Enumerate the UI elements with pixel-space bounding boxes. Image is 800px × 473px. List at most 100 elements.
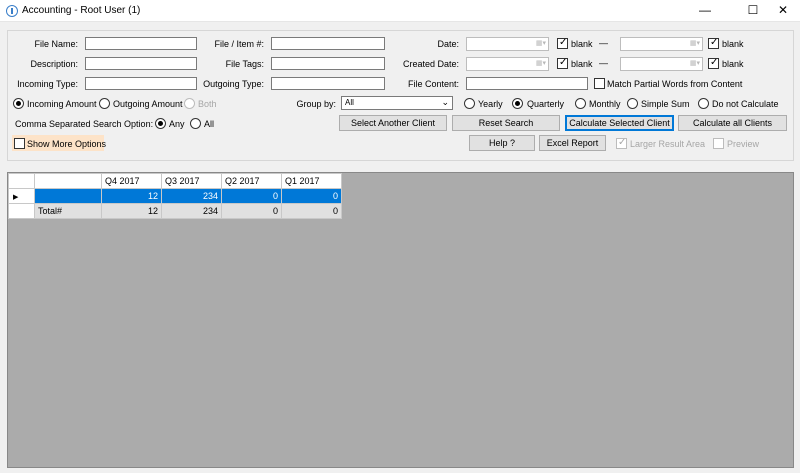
date-to-blank-checkbox[interactable] [708,37,719,49]
calendar-dropdown-icon: ▦▾ [535,60,546,67]
grid-cell[interactable]: 0 [221,188,282,204]
window-title: Accounting - Root User (1) [22,5,141,16]
yearly-radio[interactable] [464,98,475,109]
file-tags-label: File Tags: [225,59,264,69]
date-from-blank-checkbox[interactable] [557,37,568,49]
created-from-blank-label: blank [571,59,593,69]
grid-corner-cell [8,173,35,189]
created-date-to-picker[interactable]: ▦▾ [620,57,703,71]
created-date-from-picker[interactable]: ▦▾ [466,57,549,71]
match-partial-checkbox[interactable] [594,78,605,89]
calculate-selected-client-button[interactable]: Calculate Selected Client [565,115,674,131]
select-another-client-button[interactable]: Select Another Client [339,115,447,131]
group-by-label: Group by: [296,99,336,109]
file-item-label: File / Item #: [214,39,264,49]
date-to-blank-label: blank [722,39,744,49]
grid-column-header[interactable]: Q2 2017 [221,173,282,189]
grid-cell[interactable]: 0 [221,203,282,219]
file-name-input[interactable] [85,37,197,50]
table-row[interactable]: Total# 12 234 0 0 [8,203,342,219]
any-radio[interactable] [155,118,166,129]
larger-result-area-label: Larger Result Area [630,139,706,149]
grid-cell[interactable]: 234 [161,188,222,204]
results-grid: Q4 2017 Q3 2017 Q2 2017 Q1 2017 ▶ 12 234… [8,173,342,219]
file-content-input[interactable] [466,77,588,90]
created-to-blank-checkbox[interactable] [708,57,719,69]
file-name-label: File Name: [34,39,78,49]
maximize-button[interactable]: ☐ [736,0,770,22]
calculate-all-clients-button[interactable]: Calculate all Clients [678,115,787,131]
date-from-picker[interactable]: ▦▾ [466,37,549,51]
date-from-blank-label: blank [571,39,593,49]
show-more-options-checkbox[interactable] [14,138,25,149]
excel-report-button[interactable]: Excel Report [539,135,606,151]
quarterly-radio[interactable] [512,98,523,109]
row-selector[interactable]: ▶ [8,188,35,204]
close-button[interactable]: ✕ [766,0,800,22]
grid-header-row: Q4 2017 Q3 2017 Q2 2017 Q1 2017 [8,173,342,189]
grid-cell[interactable]: Total# [34,203,102,219]
date-label: Date: [437,39,459,49]
created-date-label: Created Date: [402,59,459,69]
incoming-type-label: Incoming Type: [17,79,78,89]
grid-column-header[interactable]: Q1 2017 [281,173,342,189]
outgoing-amount-radio[interactable] [99,98,110,109]
date-range-dash: — [599,38,608,48]
outgoing-type-label: Outgoing Type: [203,79,264,89]
description-input[interactable] [85,57,197,70]
description-label: Description: [30,59,78,69]
grid-cell[interactable]: 234 [161,203,222,219]
file-content-label: File Content: [407,79,459,89]
larger-result-area-checkbox[interactable] [616,137,627,149]
outgoing-type-input[interactable] [271,77,385,90]
help-button[interactable]: Help ? [469,135,535,151]
grid-cell[interactable]: 0 [281,203,342,219]
row-selector[interactable] [8,203,35,219]
grid-column-header[interactable]: Q4 2017 [101,173,162,189]
grid-column-header[interactable] [34,173,102,189]
outgoing-amount-label: Outgoing Amount [113,99,183,109]
grid-cell[interactable]: 12 [101,188,162,204]
incoming-amount-radio[interactable] [13,98,24,109]
minimize-button[interactable]: — [688,0,722,22]
created-range-dash: — [599,58,608,68]
title-bar: Accounting - Root User (1) — ☐ ✕ [0,0,800,22]
simple-sum-label: Simple Sum [641,99,690,109]
table-row[interactable]: ▶ 12 234 0 0 [8,188,342,204]
chevron-down-icon: ⌄ [441,97,449,107]
created-to-blank-label: blank [722,59,744,69]
incoming-amount-label: Incoming Amount [27,99,97,109]
grid-cell[interactable]: 12 [101,203,162,219]
date-to-picker[interactable]: ▦▾ [620,37,703,51]
match-partial-label: Match Partial Words from Content [607,79,743,89]
incoming-type-input[interactable] [85,77,197,90]
both-label: Both [198,99,217,109]
grid-cell[interactable] [34,188,102,204]
show-more-options-label: Show More Options [27,139,107,149]
any-label: Any [169,119,185,129]
file-item-input[interactable] [271,37,385,50]
group-by-value: All [345,98,354,107]
file-tags-input[interactable] [271,57,385,70]
simple-sum-radio[interactable] [627,98,638,109]
yearly-label: Yearly [478,99,503,109]
group-by-select[interactable]: All ⌄ [341,96,453,110]
grid-column-header[interactable]: Q3 2017 [161,173,222,189]
comma-separated-label: Comma Separated Search Option: [15,119,154,129]
all-radio[interactable] [190,118,201,129]
quarterly-label: Quarterly [527,99,565,109]
preview-label: Preview [727,139,760,149]
calendar-dropdown-icon: ▦▾ [535,40,546,47]
created-from-blank-checkbox[interactable] [557,57,568,69]
app-icon [6,5,18,17]
monthly-label: Monthly [589,99,621,109]
both-radio[interactable] [184,98,195,109]
do-not-calculate-label: Do not Calculate [712,99,779,109]
preview-checkbox[interactable] [713,138,724,149]
reset-search-button[interactable]: Reset Search [452,115,560,131]
grid-cell[interactable]: 0 [281,188,342,204]
monthly-radio[interactable] [575,98,586,109]
do-not-calculate-radio[interactable] [698,98,709,109]
row-pointer-icon: ▶ [13,194,19,201]
calendar-dropdown-icon: ▦▾ [689,40,700,47]
